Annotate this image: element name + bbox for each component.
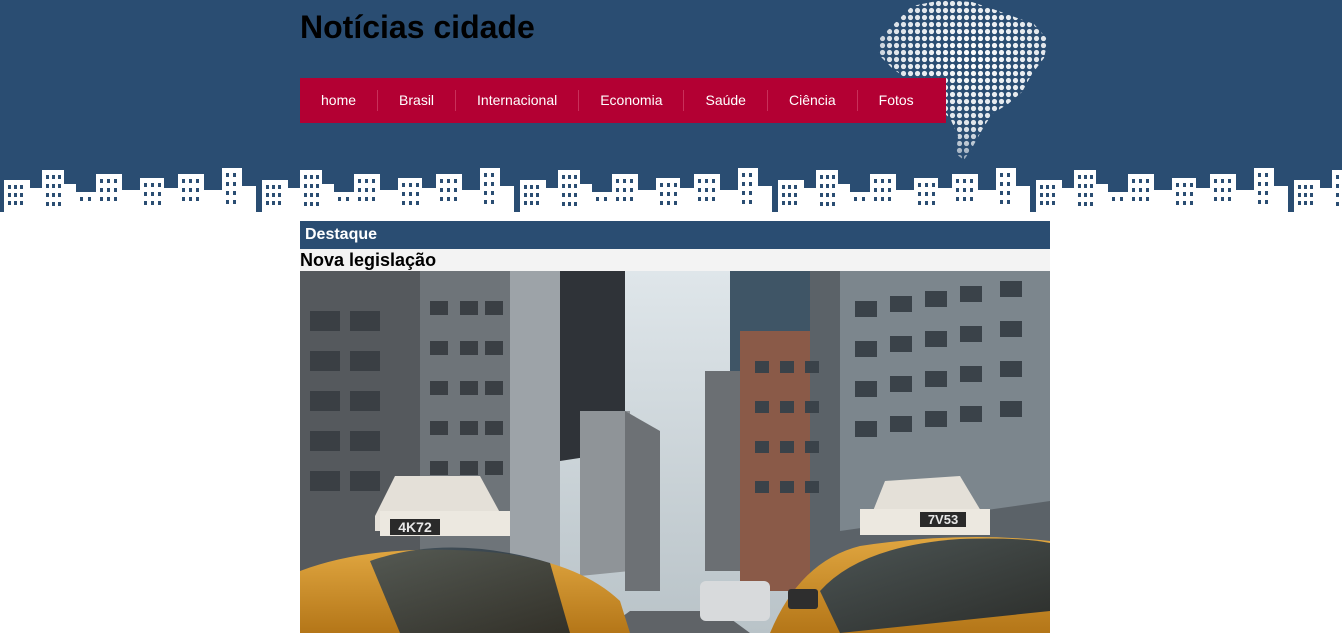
city-skyline-icon: [0, 160, 1342, 220]
site-header: Notícias cidade home Brasil Internaciona…: [0, 0, 1342, 220]
nav-item-home[interactable]: home: [300, 90, 377, 111]
nav-item-fotos[interactable]: Fotos: [856, 90, 935, 111]
taxi-left-number: 4K72: [398, 519, 432, 535]
nav-item-saude[interactable]: Saúde: [683, 90, 766, 111]
section-heading: Destaque: [300, 221, 1050, 249]
article-photo[interactable]: 4K72 7V53: [300, 271, 1050, 633]
nav-item-ciencia[interactable]: Ciência: [766, 90, 857, 111]
main-nav: home Brasil Internacional Economia Saúde…: [300, 78, 946, 123]
article-title[interactable]: Nova legislação: [300, 249, 1050, 271]
taxi-right-number: 7V53: [928, 512, 958, 527]
main-content: Destaque Nova legislação 4K72 7V53: [300, 221, 1050, 633]
nav-item-internacional[interactable]: Internacional: [455, 90, 578, 111]
nav-item-brasil[interactable]: Brasil: [377, 90, 455, 111]
nav-item-economia[interactable]: Economia: [578, 90, 683, 111]
site-title[interactable]: Notícias cidade: [300, 9, 535, 46]
